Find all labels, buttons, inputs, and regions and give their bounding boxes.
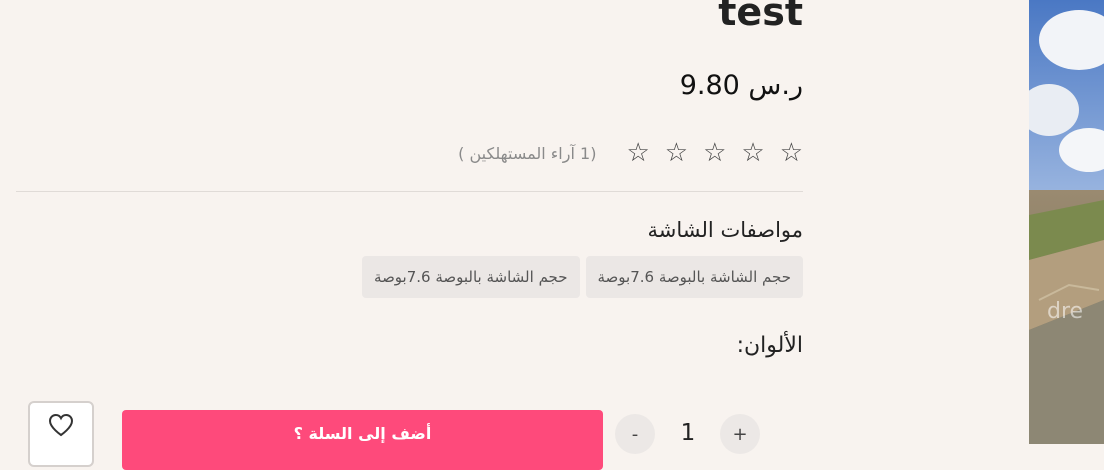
- star-icon[interactable]: ☆: [741, 140, 764, 166]
- spec-option[interactable]: حجم الشاشة بالبوصة 7.6بوصة: [585, 256, 803, 298]
- quantity-value[interactable]: 1: [672, 420, 704, 446]
- product-image: dre: [1029, 0, 1104, 444]
- star-icon[interactable]: ☆: [703, 140, 726, 166]
- colors-label: الألوان:: [736, 333, 803, 358]
- wishlist-button[interactable]: [28, 401, 94, 467]
- heart-icon: [48, 413, 74, 437]
- svg-text:dre: dre: [1047, 299, 1083, 324]
- quantity-decrease-button[interactable]: -: [615, 414, 655, 454]
- rating-stars: ☆ ☆ ☆ ☆ ☆: [626, 140, 803, 166]
- reviews-count-link[interactable]: (1 آراء المستهلكين ): [458, 144, 596, 163]
- star-icon[interactable]: ☆: [626, 140, 649, 166]
- product-title: test: [718, 0, 803, 34]
- rating-row: ☆ ☆ ☆ ☆ ☆ (1 آراء المستهلكين ): [458, 138, 803, 168]
- divider: [16, 191, 803, 192]
- spec-title: مواصفات الشاشة: [647, 218, 803, 242]
- star-icon[interactable]: ☆: [665, 140, 688, 166]
- spec-option[interactable]: حجم الشاشة بالبوصة 7.6بوصة: [362, 256, 580, 298]
- spec-options: حجم الشاشة بالبوصة 7.6بوصة حجم الشاشة با…: [362, 256, 803, 298]
- quantity-increase-button[interactable]: +: [720, 414, 760, 454]
- add-to-cart-button[interactable]: أضف إلى السلة ؟: [122, 410, 603, 470]
- product-price: ر.س 9.80: [679, 70, 803, 101]
- star-icon[interactable]: ☆: [780, 140, 803, 166]
